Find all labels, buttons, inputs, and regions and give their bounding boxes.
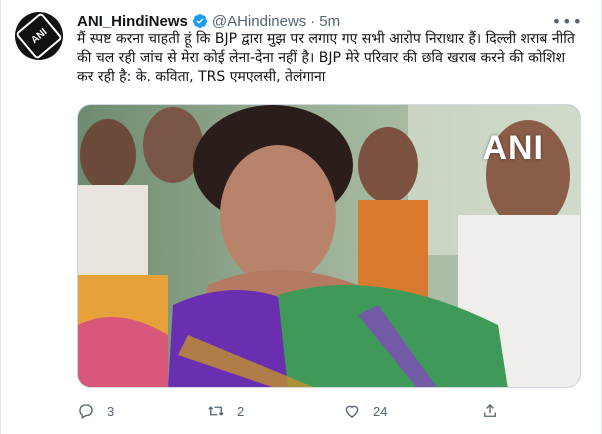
- account-name[interactable]: ANI_HindiNews: [77, 13, 188, 30]
- tweet-text: मैं स्पष्ट करना चाहती हूं कि BJP द्वारा …: [77, 31, 575, 85]
- retweet-icon: [208, 406, 224, 416]
- tweet-media[interactable]: ANI: [77, 104, 581, 388]
- like-icon: [345, 405, 359, 418]
- tweet-actions: 3 2 24: [77, 400, 497, 422]
- verified-badge-icon: [192, 14, 207, 29]
- share-icon: [484, 404, 496, 417]
- tweet-card[interactable]: ANI ANI_HindiNews @AHindinews · 5m ••• म…: [0, 0, 602, 434]
- tweet-header: ANI_HindiNews @AHindinews · 5m: [77, 11, 340, 31]
- ani-logo: ANI: [15, 12, 63, 60]
- media-watermark: ANI: [482, 129, 544, 167]
- separator-dot: ·: [310, 12, 316, 30]
- share-button[interactable]: [481, 400, 511, 422]
- more-icon[interactable]: •••: [552, 12, 583, 31]
- like-button[interactable]: 24: [343, 400, 387, 422]
- tweet-timestamp[interactable]: 5m: [319, 13, 340, 30]
- avatar[interactable]: ANI: [15, 12, 63, 60]
- account-handle[interactable]: @AHindinews: [212, 13, 306, 30]
- reply-icon: [79, 404, 93, 419]
- like-count: 24: [373, 403, 388, 419]
- reply-button[interactable]: 3: [77, 400, 114, 422]
- retweet-button[interactable]: 2: [207, 400, 244, 422]
- retweet-count: 2: [237, 403, 245, 419]
- reply-count: 3: [107, 403, 115, 419]
